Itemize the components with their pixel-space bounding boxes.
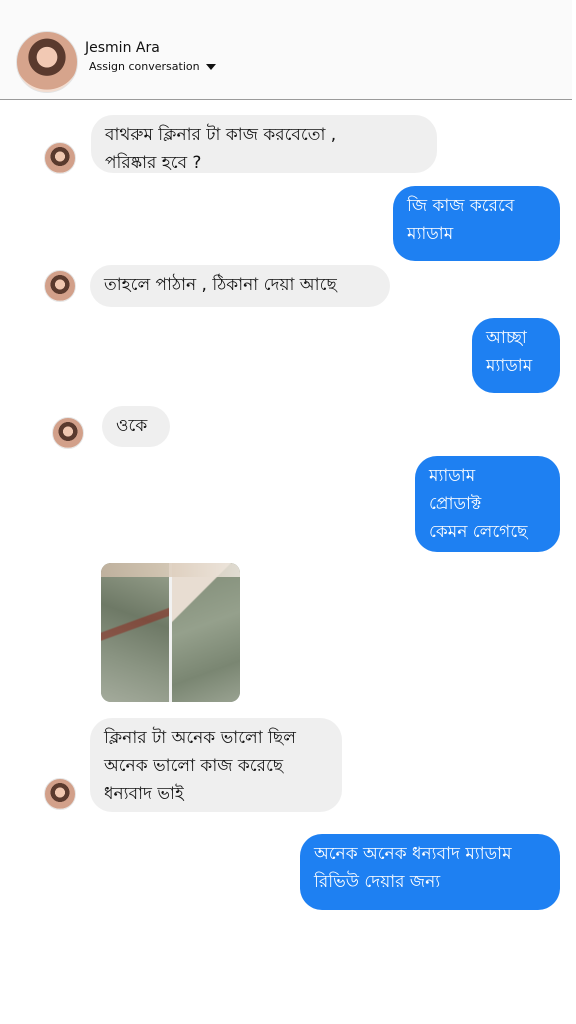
caret-down-icon — [205, 63, 216, 70]
incoming-message: ক্লিনার টা অনেক ভালো ছিল অনেক ভালো কাজ ক… — [90, 718, 342, 812]
outgoing-message: ম্যাডাম প্রোডাক্ট কেমন লেগেছে — [415, 456, 560, 552]
outgoing-message: জি কাজ করেবে ম্যাডাম — [393, 186, 560, 261]
outgoing-message: আচ্ছা ম্যাডাম — [472, 318, 560, 393]
contact-avatar[interactable] — [16, 31, 78, 93]
incoming-message: বাথরুম ক্লিনার টা কাজ করবেতো , পরিষ্কার … — [91, 115, 437, 173]
sender-avatar — [44, 142, 76, 174]
contact-name[interactable]: Jesmin Ara — [85, 40, 160, 56]
assign-conversation-dropdown[interactable]: Assign conversation — [89, 60, 216, 73]
incoming-message: ওকে — [102, 406, 170, 447]
incoming-message: তাহলে পাঠান , ঠিকানা দেয়া আছে — [90, 265, 390, 307]
photo-after-half — [172, 563, 240, 702]
outgoing-message: অনেক অনেক ধন্যবাদ ম্যাডাম রিভিউ দেয়ার জ… — [300, 834, 560, 910]
conversation-header: Jesmin Ara Assign conversation — [0, 0, 572, 100]
assign-conversation-label: Assign conversation — [89, 60, 200, 73]
sender-avatar — [44, 778, 76, 810]
sender-avatar — [44, 270, 76, 302]
photo-before-half — [101, 563, 169, 702]
photo-top-edge — [101, 563, 240, 577]
message-photo[interactable] — [101, 563, 240, 702]
sender-avatar — [52, 417, 84, 449]
